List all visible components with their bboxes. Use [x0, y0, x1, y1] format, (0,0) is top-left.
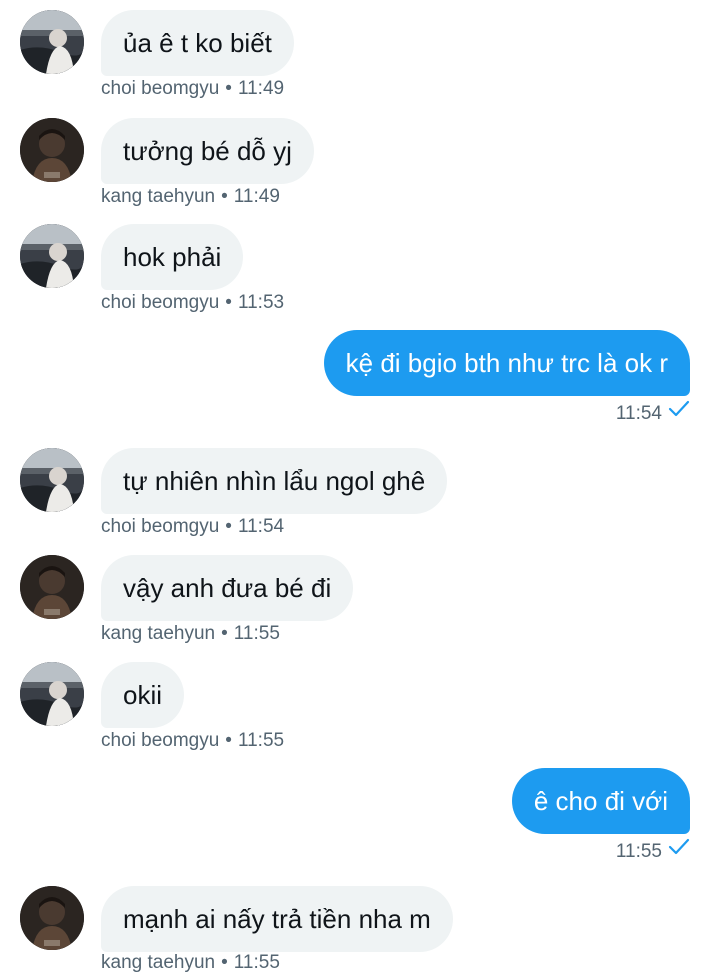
- message-bubble[interactable]: tự nhiên nhìn lẩu ngol ghê: [101, 448, 448, 514]
- message-bubble[interactable]: vậy anh đưa bé đi: [101, 555, 354, 621]
- message-bubble[interactable]: ủa ê t ko biết: [101, 10, 294, 76]
- timestamp: 11:55: [615, 841, 662, 862]
- conversation-thread: ủa ê t ko biết choi beomgyu • 11:49 tưởng …: [0, 0, 720, 980]
- sender-name: kang taehyun: [101, 952, 216, 973]
- message-meta: choi beomgyu • 11:49: [101, 78, 284, 100]
- message-bubble[interactable]: tưởng bé dỗ yj: [101, 118, 314, 184]
- timestamp: 11:49: [237, 78, 285, 99]
- sender-name: choi beomgyu: [101, 292, 220, 313]
- timestamp: 11:55: [233, 623, 280, 644]
- timestamp: 11:54: [237, 516, 285, 537]
- avatar-kang-taehyun[interactable]: [20, 118, 84, 182]
- avatar-choi-beomgyu[interactable]: [20, 448, 84, 512]
- message-bubble[interactable]: ê cho đi với: [511, 768, 690, 834]
- check-icon: [668, 400, 690, 424]
- message-bubble[interactable]: hok phải: [101, 224, 244, 290]
- message-meta: kang taehyun • 11:55: [101, 952, 280, 974]
- separator: •: [221, 186, 228, 207]
- message-meta: 11:55: [615, 838, 690, 863]
- avatar-image: [20, 662, 84, 726]
- avatar-kang-taehyun[interactable]: [20, 555, 84, 619]
- message-meta: kang taehyun • 11:49: [101, 186, 280, 208]
- separator: •: [225, 516, 232, 537]
- separator: •: [221, 952, 228, 973]
- sender-name: choi beomgyu: [101, 78, 220, 99]
- timestamp: 11:53: [237, 292, 285, 313]
- sender-name: kang taehyun: [101, 623, 216, 644]
- timestamp: 11:55: [237, 730, 285, 751]
- avatar-image: [20, 10, 84, 74]
- avatar-choi-beomgyu[interactable]: [20, 224, 84, 288]
- avatar-image: [20, 886, 84, 950]
- avatar-kang-taehyun[interactable]: [20, 886, 84, 950]
- avatar-image: [20, 224, 84, 288]
- timestamp: 11:55: [233, 952, 280, 973]
- message-bubble[interactable]: okii: [101, 662, 185, 728]
- message-meta: 11:54: [615, 400, 690, 425]
- separator: •: [225, 730, 232, 751]
- avatar-choi-beomgyu[interactable]: [20, 662, 84, 726]
- avatar-image: [20, 448, 84, 512]
- timestamp: 11:54: [615, 403, 662, 424]
- message-bubble[interactable]: mạnh ai nấy trả tiền nha m: [101, 886, 453, 952]
- separator: •: [225, 292, 232, 313]
- timestamp: 11:49: [233, 186, 280, 207]
- message-meta: choi beomgyu • 11:54: [101, 516, 284, 538]
- message-meta: kang taehyun • 11:55: [101, 623, 280, 645]
- sender-name: choi beomgyu: [101, 730, 220, 751]
- separator: •: [221, 623, 228, 644]
- sender-name: choi beomgyu: [101, 516, 220, 537]
- sender-name: kang taehyun: [101, 186, 216, 207]
- message-meta: choi beomgyu • 11:53: [101, 292, 284, 314]
- message-bubble[interactable]: kệ đi bgio bth như trc là ok r: [323, 330, 690, 396]
- avatar-image: [20, 118, 84, 182]
- separator: •: [225, 78, 232, 99]
- message-meta: choi beomgyu • 11:55: [101, 730, 284, 752]
- avatar-image: [20, 555, 84, 619]
- avatar-choi-beomgyu[interactable]: [20, 10, 84, 74]
- check-icon: [668, 838, 690, 862]
